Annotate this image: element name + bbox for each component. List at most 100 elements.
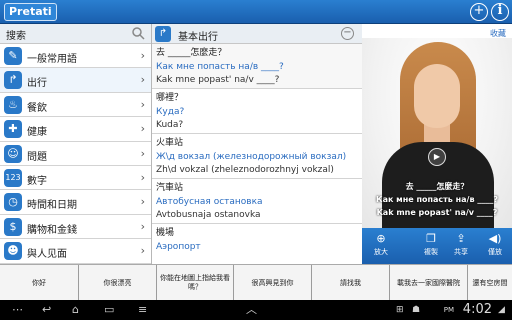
video-subtitles: 去 _____怎麼走？ Как мне попасть на/в ____? K… xyxy=(362,180,512,219)
category-label: 問題 xyxy=(27,151,47,163)
share-button[interactable]: ⇪ 共享 xyxy=(446,231,476,257)
speaker-button[interactable]: ◀) 僅放 xyxy=(480,231,510,257)
phrase-list-title: 基本出行 xyxy=(178,32,218,43)
category-item-shopping[interactable]: $ 購物和金錢 › xyxy=(0,214,151,240)
category-item-dining[interactable]: ♨ 餐飲 › xyxy=(0,92,151,118)
speaker-label: 僅放 xyxy=(488,248,502,256)
chevron-right-icon: › xyxy=(140,122,145,136)
category-item-travel[interactable]: ↱ 出行 › xyxy=(0,68,151,93)
subtitle-russian: Как мне попасть на/в ____? xyxy=(376,195,498,204)
quick-phrase[interactable]: 你能在地圖上指給我看嗎？ xyxy=(157,265,234,301)
phrase-russian: Как мне попасть на/в ____? xyxy=(156,62,284,72)
chevron-right-icon: › xyxy=(140,146,145,160)
video-toolbar: ⊕ 放大 ❐ 複製 ⇪ 共享 ◀) 僅放 xyxy=(362,228,512,264)
chevron-right-icon: › xyxy=(140,49,145,62)
system-nav-bar: ⋯ ↩ ⌂ ▭ ≡ ︿ ⊞ ☗ PM 4:02 ◢ xyxy=(0,300,512,320)
category-label: 數字 xyxy=(27,175,47,187)
copy-label: 複製 xyxy=(424,248,438,256)
chevron-right-icon: › xyxy=(140,244,145,258)
phrase-transliteration: Zh\d vokzal (zheleznodorozhnyj vokzal) xyxy=(156,165,334,175)
category-item-health[interactable]: ✚ 健康 › xyxy=(0,117,151,142)
back-icon[interactable]: ↩ xyxy=(42,302,51,318)
home-icon[interactable]: ⌂ xyxy=(72,302,79,318)
clock-icon: ◷ xyxy=(4,193,22,212)
menu-dots-icon[interactable]: ⋯ xyxy=(12,302,23,318)
copy-button[interactable]: ❐ 複製 xyxy=(416,231,446,257)
clock-time: 4:02 xyxy=(462,302,492,317)
speaker-face xyxy=(414,64,460,128)
category-item-common[interactable]: ✎ 一般常用語 › xyxy=(0,44,151,69)
chevron-right-icon: › xyxy=(140,73,145,87)
phrase-transliteration: Avtobusnaja ostanovka xyxy=(156,210,261,220)
quick-phrase[interactable]: 載我去一家國際醫院 xyxy=(390,265,468,301)
menu-icon[interactable]: ≡ xyxy=(138,302,147,318)
copy-icon: ❐ xyxy=(426,232,436,245)
category-list: 搜索 ✎ 一般常用語 › ↱ 出行 › ♨ 餐飲 › ✚ 健康 › ☺ 問題 ›… xyxy=(0,24,152,264)
phrase-chinese: 哪裡？ xyxy=(156,93,184,103)
quick-phrase[interactable]: 很高興見到你 xyxy=(234,265,312,301)
category-label: 一般常用語 xyxy=(27,54,77,65)
zoom-in-icon: ⊕ xyxy=(376,232,386,245)
plus-icon[interactable]: + xyxy=(470,3,488,21)
phrase-item[interactable]: 去 _____怎麼走？ Как мне попасть на/в ____? K… xyxy=(152,44,362,89)
recent-apps-icon[interactable]: ▭ xyxy=(104,302,114,318)
people-icon: ☻ xyxy=(4,242,22,261)
quick-phrase[interactable]: 你很漂亮 xyxy=(79,265,157,301)
category-label: 購物和金錢 xyxy=(27,224,77,236)
search-label: 搜索 xyxy=(6,31,26,42)
category-label: 健康 xyxy=(27,127,47,139)
share-icon: ⇪ xyxy=(456,232,466,245)
category-item-numbers[interactable]: 123 數字 › xyxy=(0,165,151,191)
phrase-chinese: 汽車站 xyxy=(156,183,184,193)
health-icon: ✚ xyxy=(4,120,22,139)
phrase-transliteration: Kak mne popast' na/v ____? xyxy=(156,75,280,85)
play-icon[interactable]: ▶ xyxy=(428,148,446,166)
chevron-right-icon: › xyxy=(140,219,145,233)
app-logo: Pretati xyxy=(4,3,57,21)
phrase-russian: Куда? xyxy=(156,107,185,117)
pen-icon: ✎ xyxy=(4,47,22,65)
phrase-chinese: 去 _____怎麼走？ xyxy=(156,48,227,58)
app-top-bar: Pretati + i xyxy=(0,0,512,24)
numbers-icon: 123 xyxy=(4,168,22,187)
phrase-item[interactable]: 哪裡？ Куда? Kuda? xyxy=(152,89,362,134)
collapse-icon[interactable]: − xyxy=(341,27,354,40)
category-item-meeting-people[interactable]: ☻ 與人见面 › xyxy=(0,239,151,264)
phrase-chinese: 機場 xyxy=(156,228,175,238)
screenshot-icon: ⊞ xyxy=(396,305,404,315)
chevron-right-icon: › xyxy=(140,97,145,111)
category-label: 時間和日期 xyxy=(27,200,77,212)
zoom-button[interactable]: ⊕ 放大 xyxy=(366,231,396,257)
search-icon[interactable] xyxy=(131,26,145,40)
turn-arrow-icon[interactable]: ↱ xyxy=(155,26,171,42)
info-icon[interactable]: i xyxy=(491,3,509,21)
turn-arrow-icon: ↱ xyxy=(4,71,22,90)
phrase-russian: Аэропорт xyxy=(156,242,201,252)
phrase-russian: Автобусная остановка xyxy=(156,197,263,207)
phrase-transliteration: Kuda? xyxy=(156,120,184,130)
chevron-up-icon[interactable]: ︿ xyxy=(246,302,257,318)
phrase-item[interactable]: 汽車站 Автобусная остановка Avtobusnaja ost… xyxy=(152,179,362,224)
speaker-icon: ◀) xyxy=(488,232,502,245)
category-item-time-date[interactable]: ◷ 時間和日期 › xyxy=(0,190,151,215)
clock-ampm: PM xyxy=(443,306,454,314)
video-pane[interactable]: 收藏 ▶ 去 _____怎麼走？ Как мне попасть на/в __… xyxy=(362,24,512,228)
subtitle-transliteration: Kak mne popast' na/v ____? xyxy=(376,208,498,217)
shopping-icon: $ xyxy=(4,217,22,236)
phrase-item[interactable]: 火車站 Ж\д вокзал (железнодорожный вокзал) … xyxy=(152,134,362,179)
search-bar[interactable]: 搜索 xyxy=(0,24,151,44)
share-label: 共享 xyxy=(454,248,468,256)
question-face-icon: ☺ xyxy=(4,144,22,163)
quick-phrase[interactable]: 你好 xyxy=(0,265,79,301)
android-debug-icon: ☗ xyxy=(412,305,421,315)
quick-phrase[interactable]: 還有空房間 xyxy=(468,265,512,301)
category-label: 出行 xyxy=(27,78,47,90)
dining-icon: ♨ xyxy=(4,95,22,114)
category-item-questions[interactable]: ☺ 問題 › xyxy=(0,141,151,166)
favorite-link[interactable]: 收藏 xyxy=(490,28,506,39)
wifi-icon: ◢ xyxy=(498,305,505,315)
phrase-item[interactable]: 機場 Аэропорт xyxy=(152,224,362,264)
quick-phrase[interactable]: 請找我 xyxy=(312,265,390,301)
chevron-right-icon: › xyxy=(140,195,145,209)
subtitle-chinese: 去 _____怎麼走？ xyxy=(405,182,469,191)
